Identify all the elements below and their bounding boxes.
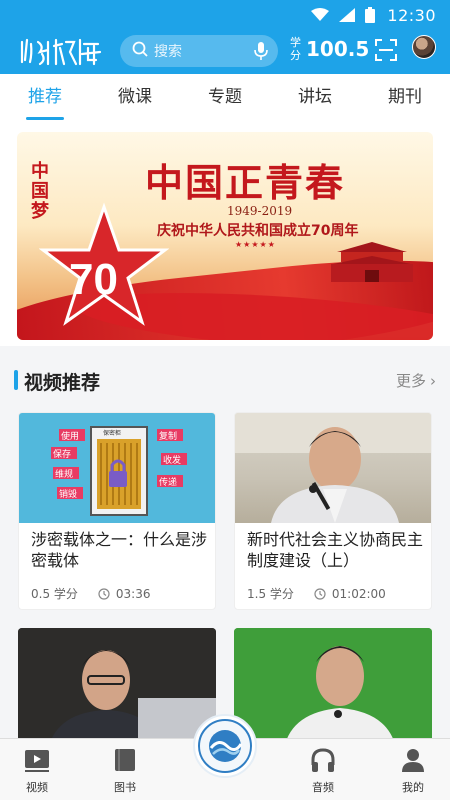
credits-value: 100.5 xyxy=(306,37,370,61)
academy-emblem-icon xyxy=(198,719,252,773)
video-credits: 0.5 学分 xyxy=(31,587,78,601)
video-thumbnail: 使用 保存 维规 销毁 复制 收发 传递 保密柜 xyxy=(19,413,215,523)
app-logo[interactable] xyxy=(18,34,104,68)
banner-section: 70 中国梦 中国正青春 1949-2019 庆祝中华人民共和国成立70周年 ★… xyxy=(0,120,450,346)
thumb-label: 收发 xyxy=(163,454,181,466)
avatar[interactable] xyxy=(412,35,436,59)
banner-carousel[interactable]: 70 中国梦 中国正青春 1949-2019 庆祝中华人民共和国成立70周年 ★… xyxy=(17,132,433,340)
banner-years: 1949-2019 xyxy=(227,204,293,218)
section-title: 视频推荐 xyxy=(24,372,101,394)
video-duration: 01:02:00 xyxy=(331,586,386,601)
nav-mine-label: 我的 xyxy=(402,781,424,794)
tab-topics[interactable]: 专题 xyxy=(180,74,270,120)
thumb-label: 传递 xyxy=(159,476,177,488)
thumb-label: 销毁 xyxy=(59,488,77,500)
app-header: 搜索 学分 100.5 xyxy=(0,30,450,74)
video-duration: 03:36 xyxy=(115,586,151,601)
banner-side-text: 中国梦 xyxy=(31,161,49,222)
video-thumbnail xyxy=(235,413,431,523)
video-card[interactable] xyxy=(234,628,432,748)
credits-display[interactable]: 学分 100.5 xyxy=(290,36,369,62)
tiananmen-graphic xyxy=(331,242,413,282)
credits-label: 学分 xyxy=(290,36,301,62)
video-thumbnail xyxy=(18,628,216,748)
tab-forum[interactable]: 讲坛 xyxy=(270,74,360,120)
center-home-button[interactable] xyxy=(193,714,257,778)
battery-icon xyxy=(365,7,376,23)
banner-number: 70 xyxy=(69,255,118,304)
wifi-icon xyxy=(311,8,330,22)
thumb-label: 复制 xyxy=(159,430,177,442)
video-meta: 1.5 学分 01:02:00 xyxy=(247,585,386,602)
signal-icon xyxy=(339,8,356,22)
banner-stars: ★★★★★ xyxy=(235,240,276,249)
user-icon xyxy=(402,749,424,772)
video-card[interactable] xyxy=(18,628,216,748)
thumb-label: 维规 xyxy=(55,468,73,480)
tab-microcourse[interactable]: 微课 xyxy=(90,74,180,120)
nav-mine[interactable]: 我的 xyxy=(383,747,443,795)
more-label: 更多 xyxy=(395,372,426,390)
video-title: 涉密载体之一：什么是涉密载体 xyxy=(31,530,208,570)
section-accent-bar xyxy=(14,370,18,390)
thumb-label: 保密柜 xyxy=(103,429,121,437)
search-bar[interactable]: 搜索 xyxy=(120,35,278,67)
more-link[interactable]: 更多 › xyxy=(396,370,436,391)
thumb-label: 保存 xyxy=(53,448,71,460)
video-meta: 0.5 学分 03:36 xyxy=(31,585,151,602)
nav-audio[interactable]: 音频 xyxy=(293,747,353,795)
status-time: 12:30 xyxy=(387,5,436,25)
video-thumbnail xyxy=(234,628,432,748)
microphone-icon[interactable] xyxy=(254,41,268,65)
headphones-icon xyxy=(311,748,335,772)
tab-journals[interactable]: 期刊 xyxy=(360,74,450,120)
video-title: 新时代社会主义协商民主制度建设（上） xyxy=(247,530,424,570)
nav-video-label: 视频 xyxy=(26,781,48,794)
nav-video[interactable]: 视频 xyxy=(7,747,67,795)
nav-audio-label: 音频 xyxy=(312,781,334,794)
banner-star-graphic: 70 xyxy=(39,202,169,326)
nav-book-label: 图书 xyxy=(114,781,136,794)
video-section-header: 视频推荐 更多 › xyxy=(0,358,450,402)
status-bar: 12:30 xyxy=(0,0,450,30)
video-card[interactable]: 新时代社会主义协商民主制度建设（上） 1.5 学分 01:02:00 xyxy=(234,412,432,610)
search-placeholder: 搜索 xyxy=(154,44,182,60)
video-card[interactable]: 使用 保存 维规 销毁 复制 收发 传递 保密柜 涉密载体之一：什么是涉密载体 … xyxy=(18,412,216,610)
banner-title: 中国正青春 xyxy=(145,160,346,205)
category-tabs: 推荐 微课 专题 讲坛 期刊 xyxy=(0,74,450,120)
thumb-label: 使用 xyxy=(61,430,79,442)
scan-icon[interactable] xyxy=(374,38,398,62)
video-credits: 1.5 学分 xyxy=(247,587,294,601)
tab-recommend[interactable]: 推荐 xyxy=(0,74,90,120)
search-icon xyxy=(132,41,148,61)
book-icon xyxy=(115,749,135,771)
clock-icon xyxy=(314,587,326,600)
video-play-icon xyxy=(25,750,49,772)
clock-icon xyxy=(98,587,110,600)
nav-book[interactable]: 图书 xyxy=(95,747,155,795)
chevron-right-icon: › xyxy=(430,371,436,390)
